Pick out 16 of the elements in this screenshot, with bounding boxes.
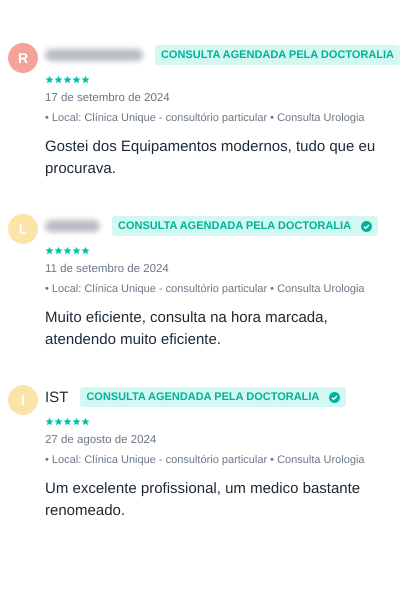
booking-badge: CONSULTA AGENDADA PELA DOCTORALIA [112,216,378,236]
review-text: Muito eficiente, consulta na hora marcada, atendendo muito eficiente. [45,308,329,350]
visit-location: • Local: Clínica Unique - consultório particular • Consulta Urologia [45,283,366,295]
avatar: I [8,385,38,415]
review-date: 11 de setembro de 2024 [45,263,170,275]
review-text: Um excelente profissional, um medico bastante renomeado. [45,479,362,521]
avatar: R [8,43,38,73]
booking-badge: CONSULTA AGENDADA PELA DOCTORALIA [154,45,400,65]
visit-location: • Local: Clínica Unique - consultório particular • Consulta Urologia [45,112,366,124]
avatar: L [8,214,38,244]
review-text: Gostei dos Equipamentos modernos, tudo que eu procurava. [45,137,376,179]
reviewer-name: IST [45,388,68,406]
review-date: 27 de agosto de 2024 [45,434,158,446]
visit-location: • Local: Clínica Unique - consultório particular • Consulta Urologia [45,454,366,466]
booking-badge: CONSULTA AGENDADA PELA DOCTORALIA [80,387,346,407]
review-date: 17 de setembro de 2024 [45,92,171,104]
